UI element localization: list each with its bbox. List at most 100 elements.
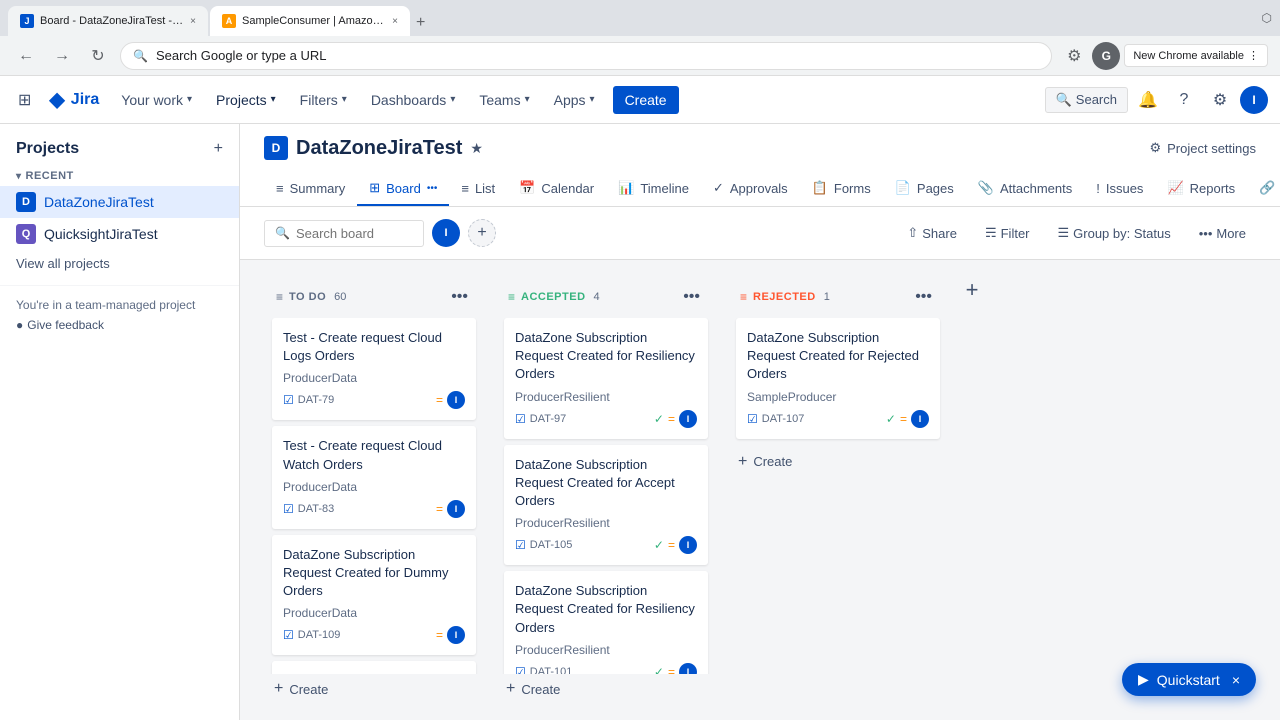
shortcuts-icon: 🔗 [1259, 180, 1275, 196]
check-icon: ✓ [654, 412, 664, 426]
user-avatar[interactable]: I [1240, 86, 1268, 114]
forward-button[interactable]: → [48, 42, 76, 70]
help-button[interactable]: ? [1168, 84, 1200, 116]
browser-tab-2[interactable]: A SampleConsumer | Amazon C... × [210, 6, 410, 36]
card-accepted-0[interactable]: DataZone Subscription Request Created fo… [504, 318, 708, 439]
timeline-icon: 📊 [618, 180, 634, 196]
card-todo-3[interactable]: DataZone Subscription Request Created fo… [272, 661, 476, 674]
nav-your-work[interactable]: Your work ▾ [111, 86, 202, 114]
column-accepted: ≡ ACCEPTED 4 ••• DataZone Subscription R… [496, 276, 716, 704]
checkbox-icon: ☑ [283, 628, 294, 642]
column-more-todo[interactable]: ••• [447, 286, 472, 308]
extensions-button[interactable]: ⚙ [1060, 42, 1088, 70]
chevron-icon: ▾ [590, 94, 595, 105]
approvals-icon: ✓ [713, 180, 724, 196]
search-bar[interactable]: 🔍 Search [1045, 87, 1128, 113]
more-button[interactable]: ••• More [1189, 221, 1256, 246]
reload-button[interactable]: ↻ [84, 42, 112, 70]
nav-dashboards[interactable]: Dashboards ▾ [361, 86, 466, 114]
card-avatar: I [447, 391, 465, 409]
sidebar-add-button[interactable]: + [214, 140, 223, 158]
tab-summary[interactable]: ≡ Summary [264, 173, 357, 206]
nav-teams[interactable]: Teams ▾ [469, 86, 539, 114]
url-bar[interactable]: 🔍 Search Google or type a URL [120, 42, 1052, 70]
tab-pages[interactable]: 📄 Pages [883, 172, 966, 206]
add-avatar-button[interactable]: + [468, 219, 496, 247]
board-icon: ⊞ [369, 180, 380, 196]
card-todo-1[interactable]: Test - Create request Cloud Watch Orders… [272, 426, 476, 528]
quickstart-button[interactable]: ▶ Quickstart × [1122, 663, 1256, 696]
card-rejected-0[interactable]: DataZone Subscription Request Created fo… [736, 318, 940, 439]
check-icon: ✓ [654, 665, 664, 674]
project-title-row: D DataZoneJiraTest ★ ⚙ Project settings [264, 136, 1256, 160]
search-board-input[interactable] [296, 226, 396, 241]
filter-icon: ☴ [985, 225, 997, 241]
column-more-rejected[interactable]: ••• [911, 286, 936, 308]
card-todo-2[interactable]: DataZone Subscription Request Created fo… [272, 535, 476, 656]
card-title: DataZone Subscription Request Created fo… [515, 329, 697, 384]
jira-logo[interactable]: ◆ Jira [41, 81, 107, 118]
give-feedback-link[interactable]: ● Give feedback [16, 318, 223, 332]
sidebar-item-datazone[interactable]: D DataZoneJiraTest [0, 186, 239, 218]
search-board-field[interactable]: 🔍 [264, 220, 424, 247]
tab-1-close[interactable]: × [190, 16, 196, 27]
view-all-projects[interactable]: View all projects [0, 250, 239, 277]
add-label: Create [289, 682, 328, 697]
browser-avatar[interactable]: G [1092, 42, 1120, 70]
group-by-button[interactable]: ☰ Group by: Status [1048, 220, 1181, 246]
tab-board[interactable]: ⊞ Board ••• [357, 172, 449, 206]
new-chrome-menu: ⋮ [1248, 49, 1259, 62]
equals-icon: = [668, 538, 675, 552]
project-star-button[interactable]: ★ [470, 140, 483, 157]
column-more-accepted[interactable]: ••• [679, 286, 704, 308]
nav-apps[interactable]: Apps ▾ [544, 86, 605, 114]
tab-approvals[interactable]: ✓ Approvals [701, 172, 800, 206]
nav-projects[interactable]: Projects ▾ [206, 86, 286, 114]
share-button[interactable]: ⇧ Share [897, 220, 967, 246]
create-button[interactable]: Create [613, 86, 679, 114]
app: ⊞ ◆ Jira Your work ▾ Projects ▾ Filters … [0, 76, 1280, 720]
board-tab-more: ••• [427, 183, 438, 194]
search-icon: 🔍 [1056, 92, 1072, 108]
tab-timeline[interactable]: 📊 Timeline [606, 172, 701, 206]
tab-attachments[interactable]: 📎 Attachments [966, 172, 1084, 206]
notifications-button[interactable]: 🔔 [1132, 84, 1164, 116]
settings-button[interactable]: ⚙ [1204, 84, 1236, 116]
card-todo-0[interactable]: Test - Create request Cloud Logs Orders … [272, 318, 476, 420]
quickstart-close-button[interactable]: × [1232, 672, 1240, 688]
column-add-rejected[interactable]: + Create [728, 447, 948, 477]
tab-calendar[interactable]: 📅 Calendar [507, 172, 606, 206]
card-id: ☑ DAT-105 [515, 538, 572, 552]
column-cards-rejected: DataZone Subscription Request Created fo… [728, 318, 948, 447]
sidebar-item-quicksight[interactable]: Q QuicksightJiraTest [0, 218, 239, 250]
card-avatar: I [447, 626, 465, 644]
add-icon: + [506, 680, 515, 698]
card-accepted-1[interactable]: DataZone Subscription Request Created fo… [504, 445, 708, 566]
column-rejected: ≡ REJECTED 1 ••• DataZone Subscription R… [728, 276, 948, 477]
filter-button[interactable]: ☴ Filter [975, 220, 1040, 246]
tab-2-close[interactable]: × [392, 16, 398, 27]
pages-icon: 📄 [895, 180, 911, 196]
column-header-todo: ≡ TO DO 60 ••• [264, 276, 484, 318]
card-footer: ☑ DAT-109 = I [283, 626, 465, 644]
column-add-accepted[interactable]: + Create [496, 674, 716, 704]
tab-shortcuts[interactable]: 🔗 Shortcuts ▾ [1247, 172, 1280, 206]
new-tab-button[interactable]: + [412, 10, 429, 36]
add-column-button[interactable]: + [960, 276, 984, 304]
nav-filters[interactable]: Filters ▾ [290, 86, 357, 114]
tab-issues[interactable]: ! Issues [1084, 173, 1155, 206]
back-button[interactable]: ← [12, 42, 40, 70]
project-settings-button[interactable]: ⚙ Project settings [1149, 140, 1256, 156]
tab-list[interactable]: ≡ List [449, 173, 507, 206]
card-accepted-2[interactable]: DataZone Subscription Request Created fo… [504, 571, 708, 674]
board-avatar[interactable]: I [432, 219, 460, 247]
browser-tab-1[interactable]: J Board - DataZoneJiraTest - J... × [8, 6, 208, 36]
tab-reports[interactable]: 📈 Reports [1155, 172, 1247, 206]
apps-grid-button[interactable]: ⊞ [12, 84, 37, 116]
column-title-rejected: REJECTED [753, 291, 816, 303]
project-tabs: ≡ Summary ⊞ Board ••• ≡ List 📅 Calend [264, 172, 1256, 206]
card-title: DataZone Subscription Request Created fo… [515, 456, 697, 511]
tab-forms[interactable]: 📋 Forms [800, 172, 883, 206]
sidebar: Projects + ▾ RECENT D DataZoneJiraTest Q… [0, 124, 240, 720]
column-add-todo[interactable]: + Create [264, 674, 484, 704]
